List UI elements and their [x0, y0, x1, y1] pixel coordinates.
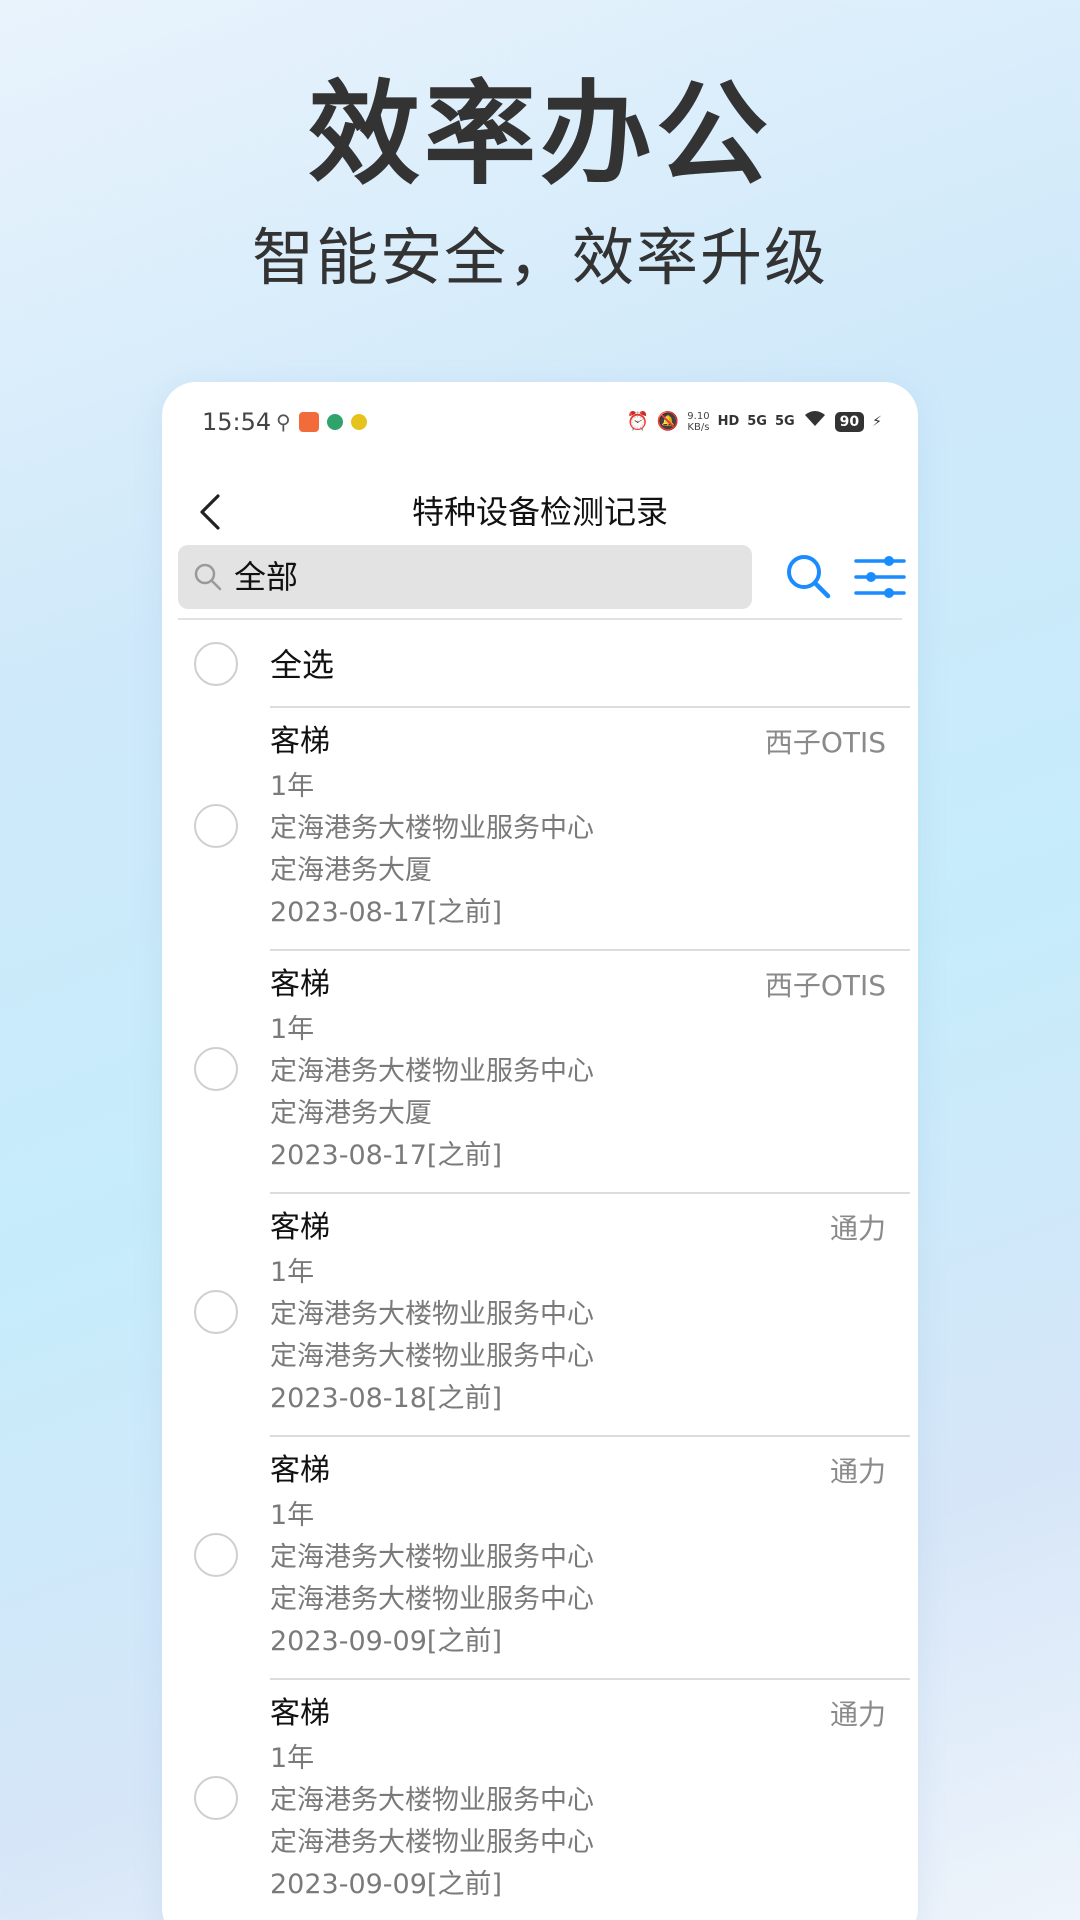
status-time: 15:54 [202, 408, 272, 436]
search-button-icon[interactable] [782, 550, 836, 604]
record-brand: 通力 [829, 1455, 886, 1488]
record-checkbox[interactable] [194, 1290, 238, 1334]
record-date: 2023-09-09[之前] [270, 1626, 502, 1657]
record-checkbox[interactable] [194, 1533, 238, 1577]
record-organization: 定海港务大楼物业服务中心 [270, 1785, 594, 1816]
filter-icon[interactable] [854, 552, 906, 602]
app-notification-icon [298, 412, 319, 432]
record-organization: 定海港务大楼物业服务中心 [270, 1056, 594, 1087]
charging-icon: ⚡ [872, 413, 882, 430]
record-location: 定海港务大楼物业服务中心 [270, 1584, 594, 1615]
select-all-row[interactable]: 全选 [162, 622, 918, 708]
divider [270, 706, 910, 708]
network-speed: 9.10 KB/s [687, 411, 709, 433]
record-organization: 定海港务大楼物业服务中心 [270, 1542, 594, 1573]
record-type: 客梯 [270, 1453, 330, 1488]
record-location: 定海港务大楼物业服务中心 [270, 1827, 594, 1858]
divider [178, 618, 902, 620]
battery-indicator: 90 [834, 411, 865, 432]
record-location: 定海港务大楼物业服务中心 [270, 1341, 594, 1372]
record-type: 客梯 [270, 1210, 330, 1245]
nav-bar: 特种设备检测记录 [162, 472, 918, 552]
record-brand: 通力 [829, 1698, 886, 1731]
record-period: 1年 [270, 771, 315, 802]
record-period: 1年 [270, 1743, 315, 1774]
record-date: 2023-08-17[之前] [270, 1140, 502, 1171]
record-location: 定海港务大厦 [270, 1098, 432, 1129]
system-status-icons: ⏰ 🔕 9.10 KB/s HD 5G 5G 90 ⚡ [626, 410, 882, 433]
record-organization: 定海港务大楼物业服务中心 [270, 813, 594, 844]
record-type: 客梯 [270, 967, 330, 1002]
hd-icon: HD [717, 414, 740, 429]
search-input-value: 全部 [234, 558, 299, 596]
record-type: 客梯 [270, 724, 330, 759]
alarm-icon: ⏰ [626, 411, 649, 432]
network-speed-value: 9.10 [687, 410, 710, 422]
list-item[interactable]: 客梯 通力 1年 定海港务大楼物业服务中心 定海港务大楼物业服务中心 2023-… [162, 1435, 918, 1678]
list-item[interactable]: 客梯 西子OTIS 1年 定海港务大楼物业服务中心 定海港务大厦 2023-08… [162, 706, 918, 949]
divider [270, 1435, 910, 1437]
search-input[interactable]: 全部 [178, 545, 752, 609]
phone-screen: 15:54 ⚲ ⏰ 🔕 9.10 KB/s HD 5G 5G 90 ⚡ 特种设备… [162, 382, 918, 1920]
select-all-checkbox[interactable] [194, 642, 238, 686]
page-title: 特种设备检测记录 [411, 493, 668, 531]
select-all-label: 全选 [270, 646, 335, 684]
record-checkbox[interactable] [194, 1776, 238, 1820]
signal-5g-icon-2: 5G [774, 414, 795, 429]
divider [270, 949, 910, 951]
record-brand: 西子OTIS [764, 969, 886, 1002]
network-speed-unit: KB/s [687, 421, 710, 433]
record-checkbox[interactable] [194, 804, 238, 848]
search-icon [194, 563, 222, 591]
record-date: 2023-08-17[之前] [270, 897, 502, 928]
usb-icon: ⚲ [276, 410, 291, 434]
notification-icons: ⚲ [276, 410, 367, 434]
record-type: 客梯 [270, 1696, 330, 1731]
signal-5g-icon: 5G [747, 414, 767, 429]
record-location: 定海港务大厦 [270, 855, 432, 886]
app-notification-icon-2 [326, 414, 343, 430]
record-period: 1年 [270, 1257, 315, 1288]
hero-title: 效率办公 [308, 70, 772, 200]
record-date: 2023-09-09[之前] [270, 1869, 502, 1900]
hero-subtitle: 智能安全，效率升级 [251, 221, 828, 294]
record-period: 1年 [270, 1500, 315, 1531]
wifi-icon [803, 410, 827, 433]
list-item[interactable]: 客梯 通力 1年 定海港务大楼物业服务中心 定海港务大楼物业服务中心 2023-… [162, 1678, 918, 1920]
record-period: 1年 [270, 1014, 315, 1045]
back-arrow-icon[interactable] [188, 488, 236, 536]
list-item[interactable]: 客梯 通力 1年 定海港务大楼物业服务中心 定海港务大楼物业服务中心 2023-… [162, 1192, 918, 1435]
record-date: 2023-08-18[之前] [270, 1383, 502, 1414]
mute-icon: 🔕 [656, 411, 680, 432]
divider [270, 1192, 910, 1194]
divider [270, 1678, 910, 1680]
list-item[interactable]: 客梯 西子OTIS 1年 定海港务大楼物业服务中心 定海港务大厦 2023-08… [162, 949, 918, 1192]
record-brand: 通力 [829, 1212, 886, 1245]
status-bar: 15:54 ⚲ ⏰ 🔕 9.10 KB/s HD 5G 5G 90 ⚡ [162, 382, 918, 442]
record-checkbox[interactable] [194, 1047, 238, 1091]
record-brand: 西子OTIS [764, 726, 886, 759]
app-notification-icon-3 [350, 414, 367, 430]
record-organization: 定海港务大楼物业服务中心 [270, 1299, 594, 1330]
